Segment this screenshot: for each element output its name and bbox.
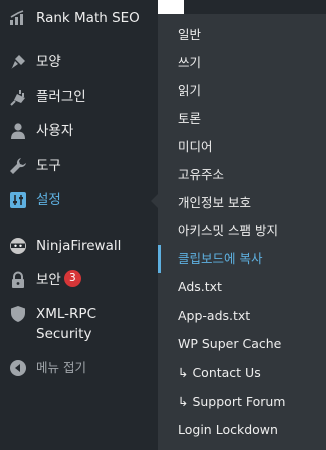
sidebar-item-settings[interactable]: 설정 [0,190,158,210]
content-area-edge [158,0,184,14]
collapse-arrow-icon [8,358,28,378]
sidebar-item-label: 모양 [36,54,61,70]
admin-sidebar: Rank Math SEO 모양 플러그인 사용자 도구 설정 NinjaFir… [0,0,159,450]
sidebar-item-label: NinjaFirewall [36,238,122,254]
submenu-item-akismet[interactable]: 아키스밋 스팸 방지 [158,217,326,245]
sidebar-item-label: 사용자 [36,123,74,139]
sidebar-item-label: XML-RPC Security [36,304,96,344]
sidebar-item-appearance[interactable]: 모양 [0,52,158,72]
sidebar-item-label: 도구 [36,158,61,174]
submenu-item-privacy[interactable]: 개인정보 보호 [158,189,326,217]
settings-submenu: 일반 쓰기 읽기 토론 미디어 고유주소 개인정보 보호 아키스밋 스팸 방지 … [158,14,326,450]
submenu-item-support-forum[interactable]: ↳ Support Forum [158,388,326,416]
label-line-2: Security [36,326,92,342]
users-person-icon [8,121,28,141]
submenu-item-reading[interactable]: 읽기 [158,77,326,105]
plugins-plug-icon [8,87,28,107]
sidebar-item-xml-rpc-security[interactable]: XML-RPC Security [0,304,158,344]
submenu-item-copy-to-clipboard[interactable]: 클립보드에 복사 [158,245,326,273]
lock-icon [8,270,28,290]
sidebar-item-security[interactable]: 보안 3 [0,270,158,290]
sidebar-item-users[interactable]: 사용자 [0,121,158,141]
sidebar-item-label: 메뉴 접기 [36,360,86,375]
label-line-1: XML-RPC [36,306,96,322]
ninja-icon [8,236,28,256]
submenu-item-writing[interactable]: 쓰기 [158,49,326,77]
submenu-item-wp-super-cache[interactable]: WP Super Cache [158,330,326,358]
sidebar-item-label: 설정 [36,192,61,208]
submenu-item-discussion[interactable]: 토론 [158,105,326,133]
rank-math-icon [8,8,28,28]
submenu-item-app-ads-txt[interactable]: App-ads.txt [158,302,326,330]
sidebar-item-tools[interactable]: 도구 [0,156,158,176]
shield-icon [8,304,28,324]
sidebar-item-rank-math-seo[interactable]: Rank Math SEO [0,8,158,28]
sidebar-item-ninjafirewall[interactable]: NinjaFirewall [0,236,158,256]
appearance-brush-icon [8,52,28,72]
submenu-item-general[interactable]: 일반 [158,21,326,49]
submenu-item-ads-txt[interactable]: Ads.txt [158,273,326,301]
sidebar-item-label: 플러그인 [36,89,86,105]
settings-sliders-icon [8,190,28,210]
tools-wrench-icon [8,156,28,176]
sidebar-item-plugins[interactable]: 플러그인 [0,87,158,107]
admin-top-strip [158,0,326,14]
submenu-item-login-lockdown[interactable]: Login Lockdown [158,416,326,444]
submenu-item-media[interactable]: 미디어 [158,133,326,161]
sidebar-item-label: 보안 [36,272,61,288]
sidebar-item-label: Rank Math SEO [36,10,140,26]
submenu-item-contact-us[interactable]: ↳ Contact Us [158,359,326,387]
update-count-badge: 3 [63,270,81,287]
submenu-item-permalinks[interactable]: 고유주소 [158,161,326,189]
collapse-menu-button[interactable]: 메뉴 접기 [0,358,158,378]
